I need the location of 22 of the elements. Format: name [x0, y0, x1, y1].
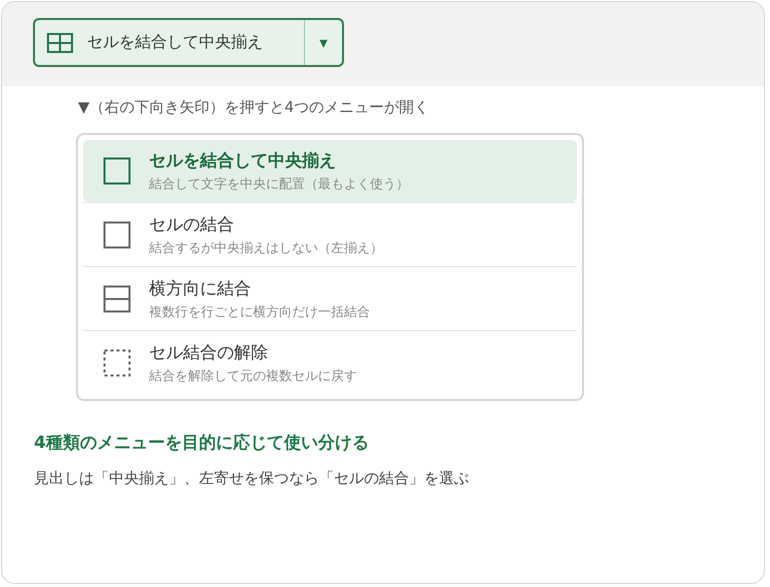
instruction-text: ▼（右の下向き矢印）を押すと4つのメニューが開く — [78, 98, 430, 118]
menu-item-title: セルの結合 — [149, 214, 235, 236]
split-square-icon — [103, 284, 131, 312]
menu-item[interactable]: セル結合の解除 結合を解除して元の複数セルに戻す — [83, 330, 577, 394]
menu-item-title: 横方向に結合 — [149, 278, 252, 300]
dashed-square-icon — [103, 348, 131, 376]
square-icon — [103, 220, 131, 248]
menu-item-description: 結合して文字を中央に配置（最もよく使う） — [149, 176, 409, 193]
menu-item-title: セルを結合して中央揃え — [149, 150, 337, 172]
merge-center-button[interactable]: セルを結合して中央揃え — [35, 20, 304, 65]
menu-item[interactable]: セルの結合 結合するが中央揃えはしない（左揃え） — [83, 202, 577, 266]
table-icon — [47, 32, 73, 52]
dropdown-button[interactable]: ▾ — [304, 20, 342, 65]
menu-item-description: 結合するが中央揃えはしない（左揃え） — [149, 240, 383, 256]
summary-text: 見出しは「中央揃え」、左寄せを保つなら「セルの結合」を選ぶ — [34, 469, 470, 488]
summary-heading: 4種類のメニューを目的に応じて使い分ける — [34, 432, 370, 454]
menu-item[interactable]: 横方向に結合 複数行を行ごとに横方向だけ一括結合 — [83, 266, 577, 330]
menu-item[interactable]: セルを結合して中央揃え 結合して文字を中央に配置（最もよく使う） — [83, 140, 577, 202]
menu-item-description: 複数行を行ごとに横方向だけ一括結合 — [149, 304, 370, 320]
menu-item-description: 結合を解除して元の複数セルに戻す — [149, 368, 357, 384]
menu-item-title: セル結合の解除 — [149, 342, 269, 364]
square-icon — [103, 157, 131, 185]
